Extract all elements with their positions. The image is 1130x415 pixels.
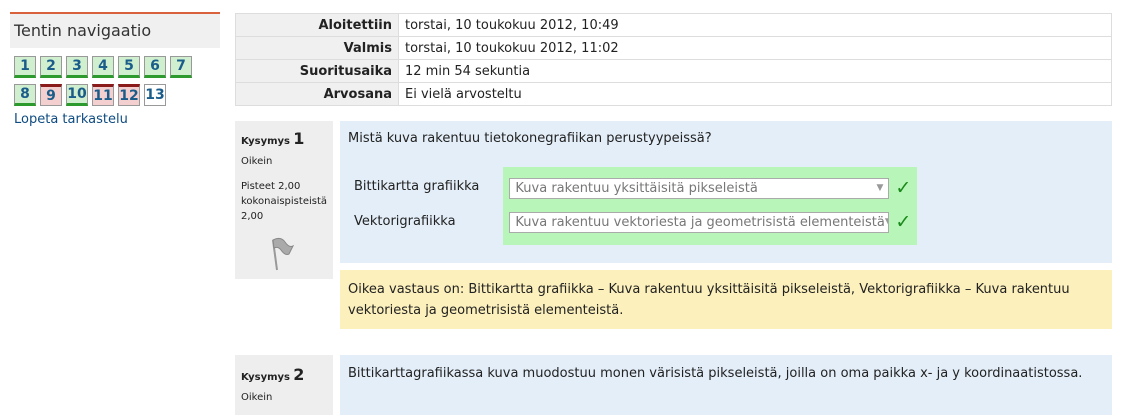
- question-nav-button[interactable]: 5: [118, 56, 140, 78]
- answer-labels: Bittikartta grafiikka Vektorigrafiikka: [354, 167, 479, 245]
- question-nav-button[interactable]: 9: [40, 84, 62, 106]
- answer-select-value: Kuva rakentuu vektoriesta ja geometrisis…: [515, 214, 885, 230]
- summary-value: 12 min 54 sekuntia: [398, 59, 1112, 83]
- question-nav-button[interactable]: 7: [170, 56, 192, 78]
- question-status: Oikein: [241, 156, 273, 167]
- summary-label: Arvosana: [235, 82, 399, 106]
- answer-select[interactable]: Kuva rakentuu yksittäisitä pikseleistä ▼: [509, 177, 890, 199]
- question-buttons-row-1: 1234567: [14, 56, 216, 78]
- summary-label: Suoritusaika: [235, 59, 399, 83]
- chevron-down-icon: ▼: [885, 217, 889, 227]
- check-icon: ✓: [895, 177, 912, 199]
- question-nav-button[interactable]: 6: [144, 56, 166, 78]
- answer-label: Bittikartta grafiikka: [354, 179, 480, 194]
- question-status: Oikein: [241, 392, 273, 403]
- summary-value: torstai, 10 toukokuu 2012, 10:49: [398, 13, 1112, 37]
- check-icon: ✓: [895, 211, 912, 233]
- answer-row: Kuva rakentuu yksittäisitä pikseleistä ▼…: [509, 171, 911, 205]
- answer-label: Vektorigrafiikka: [354, 214, 456, 229]
- question-number: 2: [293, 365, 305, 384]
- chevron-down-icon: ▼: [876, 183, 884, 193]
- question-nav-button[interactable]: 13: [144, 84, 166, 106]
- question-label: Kysymys: [241, 372, 290, 383]
- summary-row-started: Aloitettiin torstai, 10 toukokuu 2012, 1…: [235, 13, 1112, 37]
- summary-label: Aloitettiin: [235, 13, 399, 37]
- question-nav-button[interactable]: 1: [14, 56, 36, 78]
- question-label: Kysymys: [241, 136, 290, 147]
- question-1-content: Mistä kuva rakentuu tietokonegrafiikan p…: [340, 121, 1112, 263]
- question-points: Pisteet 2,00 kokonaispisteistä 2,00: [241, 181, 328, 222]
- quiz-navigation-title: Tentin navigaatio: [10, 14, 220, 48]
- flag-question-icon[interactable]: [265, 236, 327, 275]
- answer-select[interactable]: Kuva rakentuu vektoriesta ja geometrisis…: [509, 211, 890, 233]
- question-nav-button[interactable]: 10: [66, 84, 88, 106]
- summary-row-time-taken: Suoritusaika 12 min 54 sekuntia: [235, 59, 1112, 83]
- summary-row-grade: Arvosana Ei vielä arvosteltu: [235, 82, 1112, 106]
- question-nav-button[interactable]: 2: [40, 56, 62, 78]
- question-nav-button[interactable]: 4: [92, 56, 114, 78]
- question-nav-button[interactable]: 12: [118, 84, 140, 106]
- summary-row-completed: Valmis torstai, 10 toukokuu 2012, 11:02: [235, 36, 1112, 60]
- question-2-info: Kysymys 2 Oikein: [235, 355, 333, 415]
- question-1-info: Kysymys 1 Oikein Pisteet 2,00 kokonaispi…: [235, 121, 333, 279]
- answer-row: Kuva rakentuu vektoriesta ja geometrisis…: [509, 205, 911, 239]
- question-2-content: Bittikarttagrafiikassa kuva muodostuu mo…: [340, 355, 1112, 415]
- correct-answers-highlight: Kuva rakentuu yksittäisitä pikseleistä ▼…: [503, 167, 918, 245]
- question-text: Mistä kuva rakentuu tietokonegrafiikan p…: [348, 131, 712, 146]
- summary-value: torstai, 10 toukokuu 2012, 11:02: [398, 36, 1112, 60]
- answer-select-value: Kuva rakentuu yksittäisitä pikseleistä: [515, 180, 758, 196]
- question-number: 1: [293, 129, 305, 148]
- attempt-summary-table: Aloitettiin torstai, 10 toukokuu 2012, 1…: [235, 13, 1112, 106]
- summary-value: Ei vielä arvosteltu: [398, 82, 1112, 106]
- question-nav-button[interactable]: 3: [66, 56, 88, 78]
- finish-review-link[interactable]: Lopeta tarkastelu: [14, 112, 216, 127]
- question-text: Bittikarttagrafiikassa kuva muodostuu mo…: [348, 366, 1083, 381]
- question-nav-button[interactable]: 8: [14, 84, 36, 106]
- summary-label: Valmis: [235, 36, 399, 60]
- question-nav-button[interactable]: 11: [92, 84, 114, 106]
- answer-area: Bittikartta grafiikka Vektorigrafiikka K…: [354, 167, 1104, 245]
- question-buttons-row-2: 8 9 10 11 12 13: [14, 84, 216, 106]
- quiz-navigation-block: Tentin navigaatio 1234567 8 9 10 11 12 13 Lop…: [10, 12, 220, 129]
- correct-answer-feedback: Oikea vastaus on: Bittikartta grafiikka …: [340, 270, 1112, 329]
- question-buttons: 1234567 8 9 10 11 12 13: [10, 48, 220, 106]
